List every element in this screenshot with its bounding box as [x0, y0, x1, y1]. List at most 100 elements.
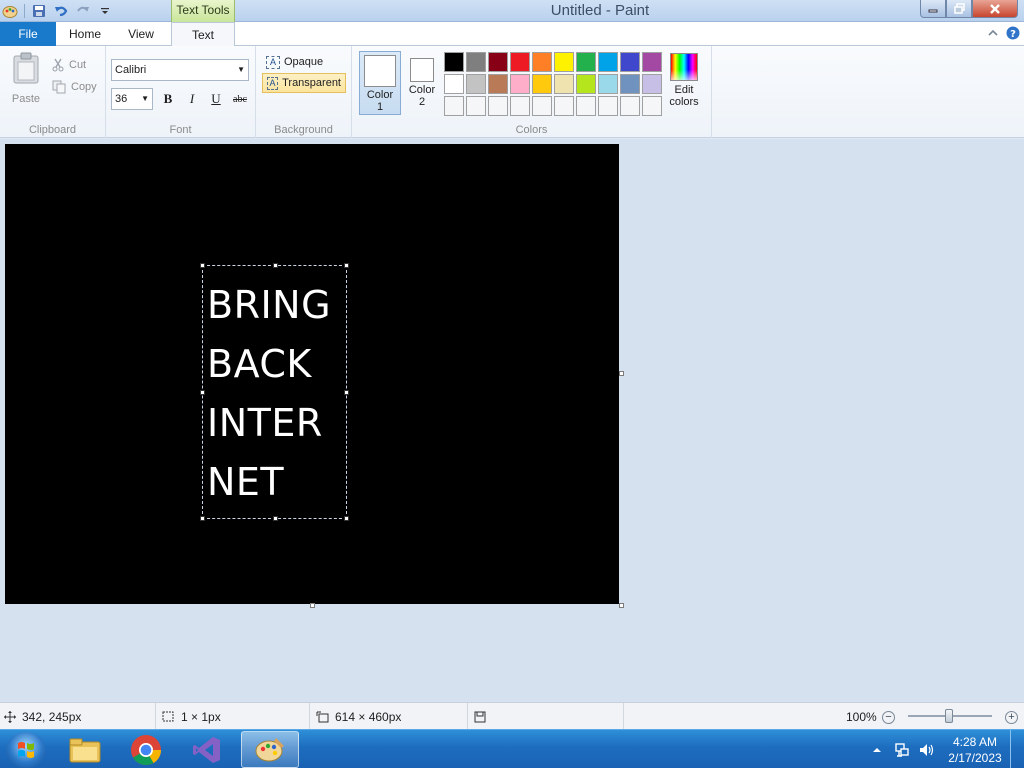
canvas-resize-handle-corner[interactable] — [619, 603, 624, 608]
scissors-icon — [52, 58, 64, 72]
tab-view[interactable]: View — [112, 22, 170, 46]
colors-group-label: Colors — [515, 124, 548, 136]
minimize-button[interactable] — [920, 0, 946, 18]
text-line: NET — [207, 460, 285, 504]
clipboard-group: Paste Cut Copy Clipboard — [0, 46, 106, 138]
bold-button[interactable]: B — [158, 90, 178, 108]
file-size — [470, 703, 624, 730]
palette-swatch[interactable] — [642, 52, 662, 72]
palette-swatch[interactable] — [620, 96, 640, 116]
help-icon[interactable]: ? — [1006, 26, 1020, 40]
palette-swatch[interactable] — [642, 74, 662, 94]
palette-swatch[interactable] — [576, 74, 596, 94]
resize-handle[interactable] — [200, 516, 205, 521]
palette-swatch[interactable] — [510, 52, 530, 72]
zoom-in-button[interactable]: + — [1005, 711, 1018, 724]
palette-swatch[interactable] — [488, 74, 508, 94]
palette-swatch[interactable] — [510, 96, 530, 116]
resize-handle[interactable] — [200, 263, 205, 268]
palette-swatch[interactable] — [598, 52, 618, 72]
redo-icon[interactable] — [75, 3, 91, 19]
system-tray: 4:28 AM 2/17/2023 — [872, 730, 1024, 768]
palette-swatch[interactable] — [532, 52, 552, 72]
close-button[interactable] — [972, 0, 1018, 18]
underline-button[interactable]: U — [206, 90, 226, 108]
color2-button[interactable]: Color 2 — [405, 51, 439, 108]
taskbar-paint[interactable] — [241, 731, 299, 768]
canvas-resize-handle-bottom[interactable] — [310, 603, 315, 608]
color-palette — [444, 52, 662, 116]
resize-handle[interactable] — [344, 390, 349, 395]
palette-swatch[interactable] — [444, 96, 464, 116]
palette-swatch[interactable] — [444, 74, 464, 94]
font-size-dropdown[interactable]: 36 ▼ — [111, 88, 153, 110]
paste-button[interactable]: Paste — [10, 52, 42, 105]
palette-swatch[interactable] — [620, 52, 640, 72]
show-desktop-button[interactable] — [1010, 730, 1024, 768]
palette-swatch[interactable] — [532, 74, 552, 94]
taskbar-file-explorer[interactable] — [56, 731, 114, 768]
palette-swatch[interactable] — [488, 52, 508, 72]
paint-palette-icon — [255, 737, 284, 761]
restore-button[interactable] — [946, 0, 972, 18]
palette-swatch[interactable] — [576, 52, 596, 72]
zoom-slider-thumb[interactable] — [945, 709, 953, 723]
resize-handle[interactable] — [200, 390, 205, 395]
opaque-button[interactable]: A Opaque — [262, 52, 327, 72]
transparent-button[interactable]: A Transparent — [262, 73, 346, 93]
paint-app-icon[interactable] — [2, 3, 18, 19]
text-line: BRING — [207, 283, 332, 327]
volume-icon[interactable] — [918, 742, 934, 758]
palette-swatch[interactable] — [510, 74, 530, 94]
canvas-resize-handle-right[interactable] — [619, 371, 624, 376]
drawing-canvas[interactable]: BRING BACK INTER NET — [5, 144, 619, 604]
network-icon[interactable] — [894, 742, 910, 758]
resize-handle[interactable] — [344, 516, 349, 521]
palette-swatch[interactable] — [554, 96, 574, 116]
show-hidden-icons-icon[interactable] — [872, 745, 882, 755]
font-family-value: Calibri — [115, 64, 147, 76]
resize-handle[interactable] — [273, 516, 278, 521]
palette-swatch[interactable] — [576, 96, 596, 116]
palette-swatch[interactable] — [598, 96, 618, 116]
color1-button[interactable]: Color 1 — [359, 51, 401, 115]
clock[interactable]: 4:28 AM 2/17/2023 — [940, 734, 1010, 766]
windows-logo-icon — [18, 742, 34, 758]
zoom-out-button[interactable]: − — [882, 711, 895, 724]
zoom-level-value: 100% — [846, 709, 877, 724]
undo-icon[interactable] — [53, 3, 69, 19]
cut-button[interactable]: Cut — [52, 54, 97, 76]
clock-date: 2/17/2023 — [948, 750, 1002, 765]
tab-home[interactable]: Home — [58, 22, 112, 46]
strikethrough-button[interactable]: abc — [230, 90, 250, 108]
minimize-ribbon-icon[interactable] — [988, 29, 998, 37]
paste-icon — [13, 52, 39, 84]
edit-colors-button[interactable]: Edit colors — [666, 51, 702, 108]
copy-button[interactable]: Copy — [52, 76, 97, 98]
tab-file[interactable]: File — [0, 22, 56, 46]
italic-button[interactable]: I — [182, 90, 202, 108]
palette-swatch[interactable] — [598, 74, 618, 94]
selection-size: 1 × 1px — [158, 703, 310, 730]
palette-swatch[interactable] — [444, 52, 464, 72]
palette-swatch[interactable] — [642, 96, 662, 116]
palette-swatch[interactable] — [620, 74, 640, 94]
palette-swatch[interactable] — [554, 52, 574, 72]
tab-text[interactable]: Text — [171, 22, 235, 47]
resize-handle[interactable] — [273, 263, 278, 268]
palette-swatch[interactable] — [554, 74, 574, 94]
palette-swatch[interactable] — [466, 96, 486, 116]
palette-swatch[interactable] — [466, 52, 486, 72]
start-button[interactable] — [6, 732, 46, 768]
resize-handle[interactable] — [344, 263, 349, 268]
background-group-label: Background — [274, 124, 333, 136]
taskbar-visual-studio[interactable] — [178, 731, 236, 768]
palette-swatch[interactable] — [532, 96, 552, 116]
palette-swatch[interactable] — [488, 96, 508, 116]
taskbar-google-chrome[interactable] — [117, 731, 175, 768]
font-family-dropdown[interactable]: Calibri ▼ — [111, 59, 249, 81]
save-icon[interactable] — [31, 3, 47, 19]
customize-toolbar-icon[interactable] — [97, 3, 113, 19]
text-box[interactable]: BRING BACK INTER NET — [200, 263, 349, 521]
palette-swatch[interactable] — [466, 74, 486, 94]
